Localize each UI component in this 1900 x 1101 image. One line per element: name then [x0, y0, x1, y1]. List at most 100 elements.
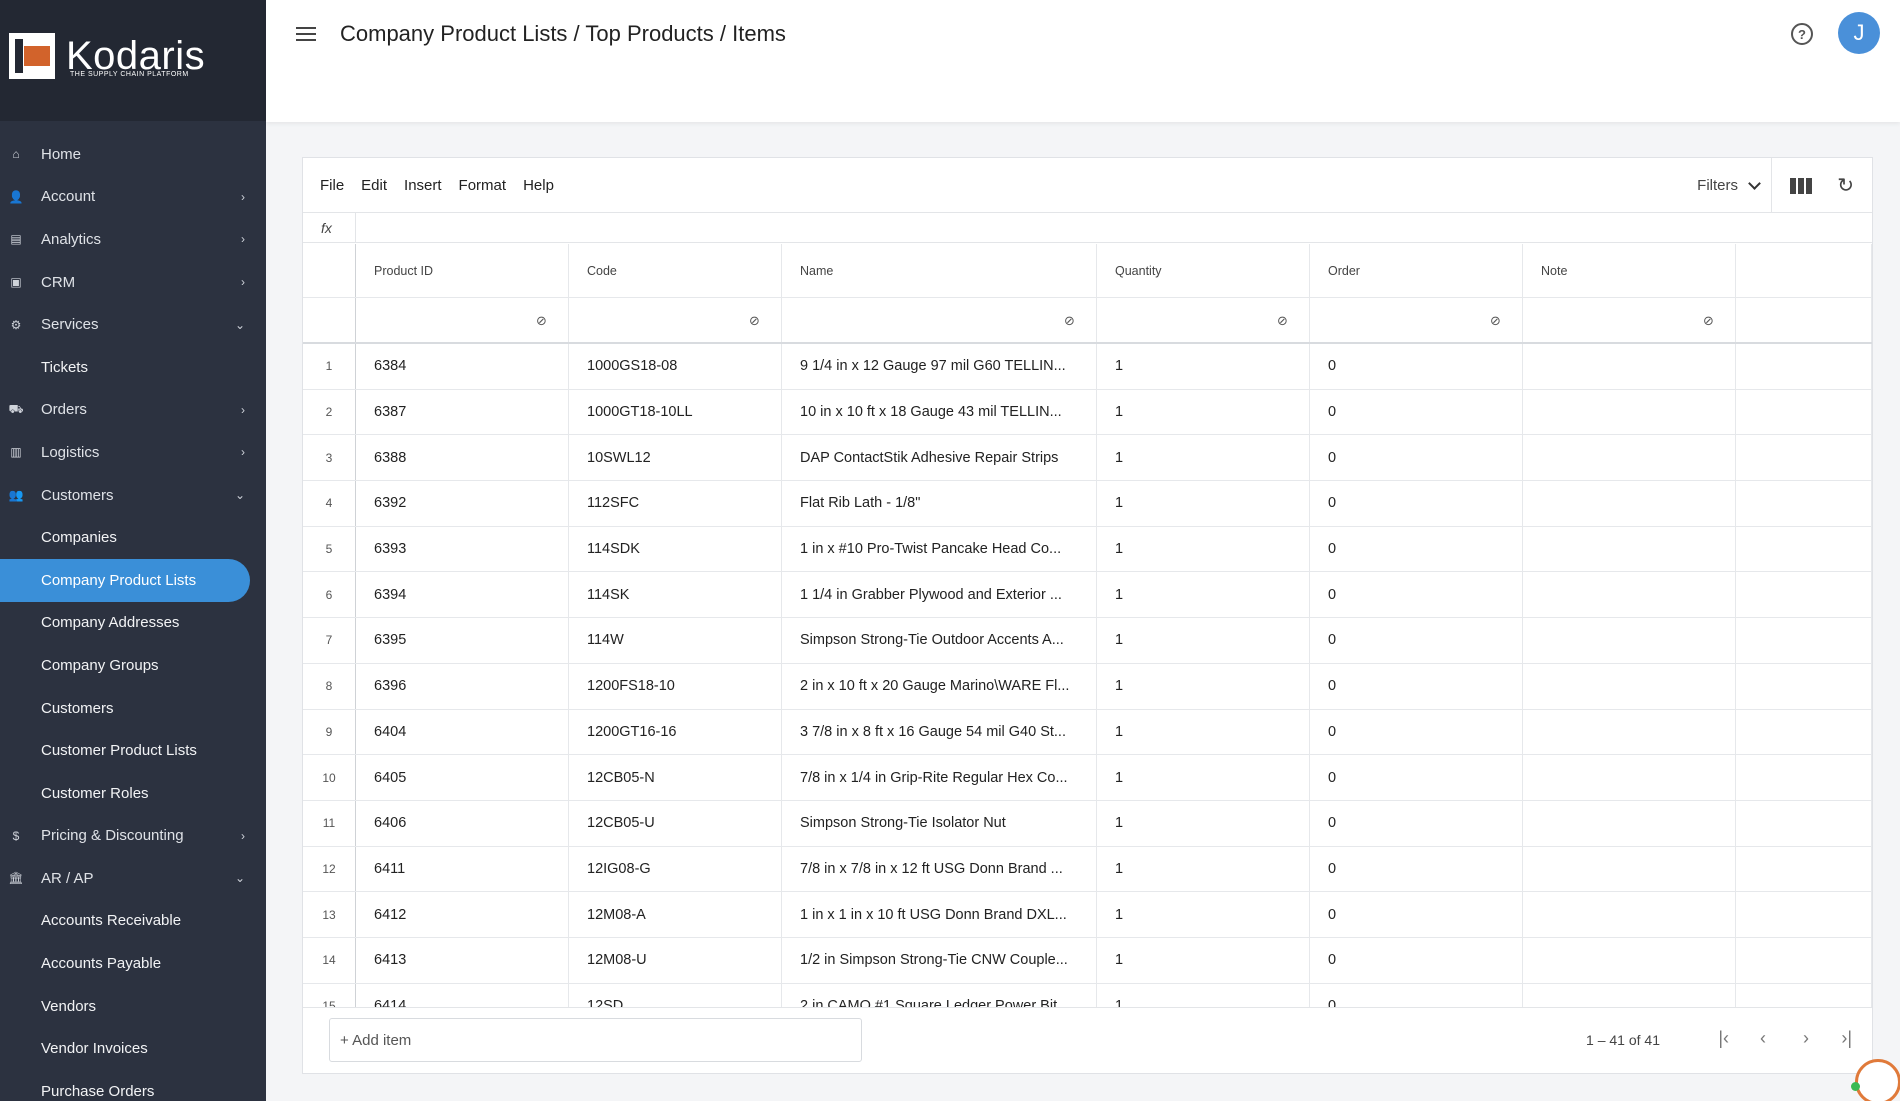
next-page-icon[interactable]: › [1803, 1028, 1809, 1049]
table-cell[interactable]: 7/8 in x 1/4 in Grip-Rite Regular Hex Co… [782, 755, 1097, 800]
sidebar-item-services[interactable]: ⚙ Services ⌄ [0, 303, 266, 346]
table-row[interactable]: 11 6406 12CB05-U Simpson Strong-Tie Isolato… [303, 800, 1872, 847]
sidebar-item-tickets[interactable]: Tickets [0, 346, 266, 389]
sidebar-item-pricing-discounting[interactable]: $ Pricing & Discounting › [0, 815, 266, 858]
table-cell[interactable]: 9 1/4 in x 12 Gauge 97 mil G60 TELLIN... [782, 344, 1097, 389]
menu-file[interactable]: File [320, 177, 344, 194]
table-cell[interactable]: 114SK [569, 572, 782, 618]
table-cell[interactable]: 12IG08-G [569, 846, 782, 892]
table-cell[interactable]: 0 [1310, 435, 1523, 481]
table-cell[interactable] [1523, 526, 1736, 572]
table-cell[interactable]: 1 [1097, 800, 1310, 846]
table-cell[interactable]: 0 [1310, 618, 1523, 663]
table-cell[interactable] [1523, 481, 1736, 526]
sidebar-item-vendors[interactable]: Vendors [0, 985, 266, 1028]
formula-bar[interactable]: fx [303, 213, 1872, 243]
table-cell[interactable] [1523, 937, 1736, 983]
table-row[interactable]: 9 6404 1200GT16-16 3 7/8 in x 8 ft x 16 Gau… [303, 709, 1872, 756]
column-filter-cell[interactable]: ⊘ [356, 298, 569, 342]
table-cell[interactable]: 1000GT18-10LL [569, 389, 782, 435]
table-cell[interactable]: 6393 [356, 526, 569, 572]
sidebar-item-accounts-receivable[interactable]: Accounts Receivable [0, 900, 266, 943]
table-cell[interactable]: 0 [1310, 663, 1523, 709]
sidebar-item-vendor-invoices[interactable]: Vendor Invoices [0, 1027, 266, 1070]
menu-format[interactable]: Format [459, 177, 507, 194]
sidebar-item-orders[interactable]: ⛟ Orders › [0, 389, 266, 432]
menu-edit[interactable]: Edit [361, 177, 387, 194]
clear-filter-icon[interactable]: ⊘ [1490, 313, 1506, 328]
table-cell[interactable] [1523, 709, 1736, 755]
table-cell[interactable]: 0 [1310, 800, 1523, 846]
clear-filter-icon[interactable]: ⊘ [749, 313, 765, 328]
sidebar-item-account[interactable]: 👤 Account › [0, 176, 266, 219]
table-cell[interactable]: Simpson Strong-Tie Isolator Nut [782, 800, 1097, 846]
sidebar-item-purchase-orders[interactable]: Purchase Orders [0, 1070, 266, 1101]
sidebar-item-logistics[interactable]: ▥ Logistics › [0, 431, 266, 474]
column-filter-cell[interactable]: ⊘ [1097, 298, 1310, 342]
menu-toggle-icon[interactable] [296, 27, 316, 41]
sidebar-item-customers[interactable]: Customers [0, 687, 266, 730]
table-cell[interactable]: 1 [1097, 344, 1310, 389]
table-cell[interactable]: 6396 [356, 663, 569, 709]
table-row[interactable]: 14 6413 12M08-U 1/2 in Simpson Strong-Tie C… [303, 937, 1872, 984]
table-row[interactable]: 6 6394 114SK 1 1/4 in Grabber Plywood and E… [303, 572, 1872, 619]
table-cell[interactable]: 6411 [356, 846, 569, 892]
table-cell[interactable]: 1 [1097, 481, 1310, 526]
help-icon[interactable]: ? [1791, 23, 1813, 45]
table-cell[interactable] [1523, 344, 1736, 389]
table-cell[interactable] [1523, 663, 1736, 709]
table-cell[interactable]: 0 [1310, 892, 1523, 937]
table-row[interactable]: 13 6412 12M08-A 1 in x 1 in x 10 ft USG Don… [303, 892, 1872, 938]
table-row[interactable]: 2 6387 1000GT18-10LL 10 in x 10 ft x 18 Gau… [303, 389, 1872, 436]
sidebar-item-crm[interactable]: ▣ CRM › [0, 261, 266, 304]
table-cell[interactable]: 6392 [356, 481, 569, 526]
clear-filter-icon[interactable]: ⊘ [536, 313, 552, 328]
refresh-icon[interactable]: ↻ [1837, 176, 1854, 196]
columns-icon[interactable] [1790, 178, 1812, 194]
column-filter-cell[interactable]: ⊘ [1523, 298, 1736, 342]
table-cell[interactable]: 1 [1097, 709, 1310, 755]
sidebar-item-company-groups[interactable]: Company Groups [0, 644, 266, 687]
sidebar-item-company-addresses[interactable]: Company Addresses [0, 602, 266, 645]
table-cell[interactable]: DAP ContactStik Adhesive Repair Strips [782, 435, 1097, 481]
column-header-name[interactable]: Name [782, 244, 1097, 297]
menu-help[interactable]: Help [523, 177, 554, 194]
table-cell[interactable]: 1 [1097, 572, 1310, 618]
table-row[interactable]: 3 6388 10SWL12 DAP ContactStik Adhesive Rep… [303, 435, 1872, 482]
table-cell[interactable]: 0 [1310, 572, 1523, 618]
table-cell[interactable]: 1 [1097, 663, 1310, 709]
table-cell[interactable]: 7/8 in x 7/8 in x 12 ft USG Donn Brand .… [782, 846, 1097, 892]
column-filter-cell[interactable]: ⊘ [569, 298, 782, 342]
table-cell[interactable]: 114SDK [569, 526, 782, 572]
table-cell[interactable]: 12M08-U [569, 937, 782, 983]
table-cell[interactable]: 0 [1310, 481, 1523, 526]
column-header-code[interactable]: Code [569, 244, 782, 297]
sidebar-item-customers[interactable]: 👥 Customers ⌄ [0, 474, 266, 517]
table-cell[interactable]: 10SWL12 [569, 435, 782, 481]
table-cell[interactable]: Flat Rib Lath - 1/8" [782, 481, 1097, 526]
table-cell[interactable]: 1 in x 1 in x 10 ft USG Donn Brand DXL..… [782, 892, 1097, 937]
table-cell[interactable] [1523, 800, 1736, 846]
column-filter-cell[interactable]: ⊘ [782, 298, 1097, 342]
table-cell[interactable] [1523, 618, 1736, 663]
table-cell[interactable]: 0 [1310, 709, 1523, 755]
table-cell[interactable] [1523, 435, 1736, 481]
clear-filter-icon[interactable]: ⊘ [1064, 313, 1080, 328]
sidebar-item-ar-ap[interactable]: 🏛 AR / AP ⌄ [0, 857, 266, 900]
menu-insert[interactable]: Insert [404, 177, 442, 194]
table-cell[interactable]: 112SFC [569, 481, 782, 526]
filters-dropdown[interactable]: Filters [1697, 176, 1761, 194]
sidebar-item-company-product-lists[interactable]: Company Product Lists [0, 558, 250, 602]
table-cell[interactable]: 1200FS18-10 [569, 663, 782, 709]
table-cell[interactable] [1523, 572, 1736, 618]
table-row[interactable]: 7 6395 114W Simpson Strong-Tie Outdoor Acce… [303, 618, 1872, 664]
clear-filter-icon[interactable]: ⊘ [1277, 313, 1293, 328]
table-cell[interactable]: 1 [1097, 755, 1310, 800]
table-cell[interactable]: 0 [1310, 937, 1523, 983]
table-cell[interactable]: 6412 [356, 892, 569, 937]
table-cell[interactable]: 0 [1310, 755, 1523, 800]
table-cell[interactable]: 6406 [356, 800, 569, 846]
table-cell[interactable]: 1 1/4 in Grabber Plywood and Exterior ..… [782, 572, 1097, 618]
logo[interactable]: Kodaris THE SUPPLY CHAIN PLATFORM [0, 0, 266, 121]
table-row[interactable]: 8 6396 1200FS18-10 2 in x 10 ft x 20 Gauge … [303, 663, 1872, 710]
